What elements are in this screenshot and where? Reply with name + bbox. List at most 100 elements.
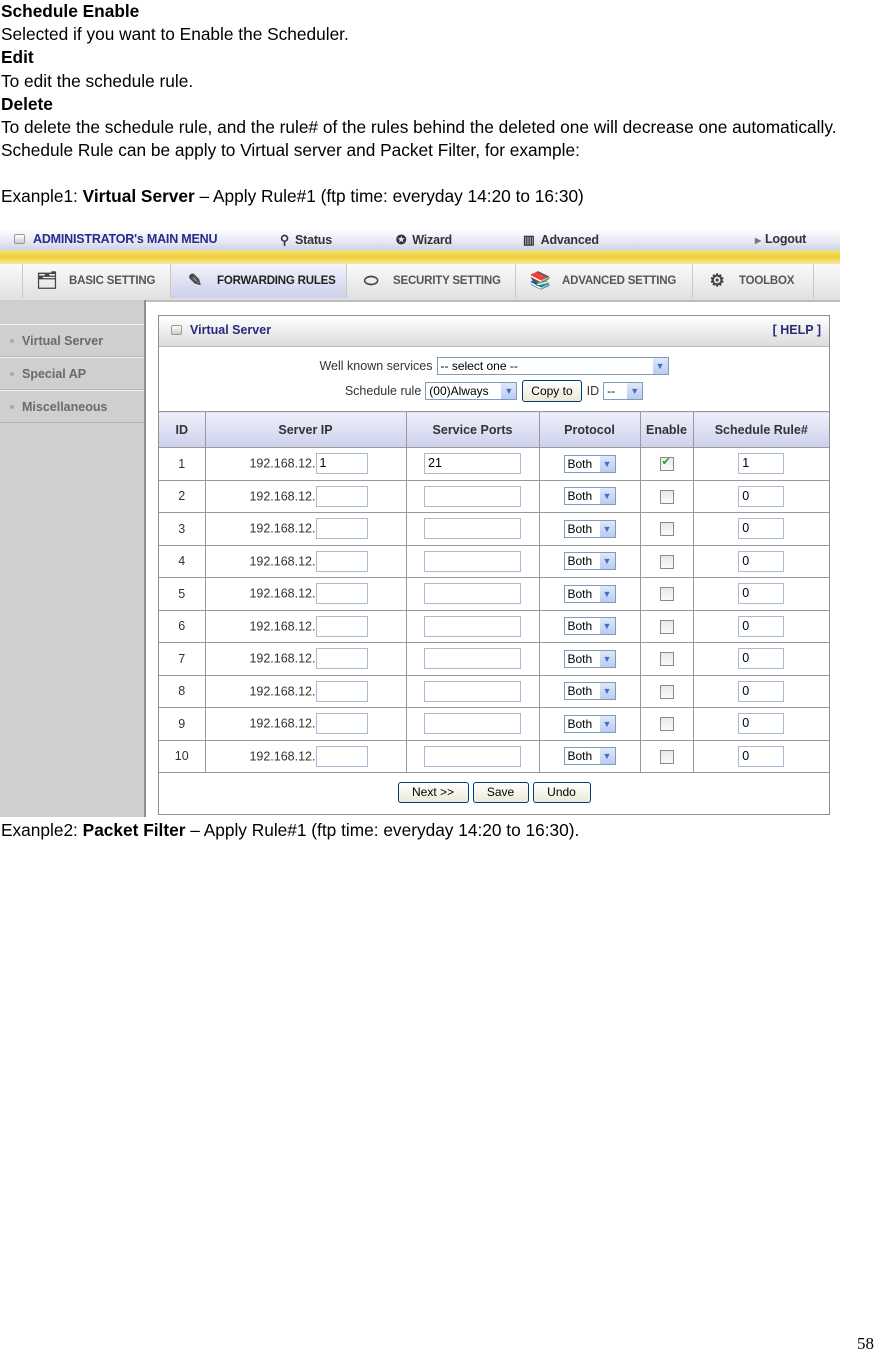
protocol-value: Both [567, 586, 593, 601]
protocol-value: Both [567, 554, 593, 569]
enable-cell [639, 739, 694, 773]
chevron-down-icon: ▼ [599, 488, 615, 505]
service-ports-input[interactable] [424, 615, 521, 637]
server-ip-input[interactable] [315, 713, 368, 735]
schedule-rule-input[interactable]: 1 [738, 453, 785, 475]
sidebar-item-miscellaneous[interactable]: Miscellaneous [0, 390, 144, 423]
table-header-row: ID Server IP Service Ports Protocol Enab… [159, 411, 829, 448]
server-ip-input[interactable] [315, 745, 368, 767]
service-ports-input[interactable] [424, 680, 521, 702]
server-ip-input[interactable] [315, 615, 368, 637]
folder-icon: 🗂 [36, 271, 58, 290]
protocol-select[interactable]: Both ▼ [563, 454, 616, 473]
status-link[interactable]: ⚲ Status [280, 232, 332, 247]
enable-checkbox[interactable] [659, 749, 674, 764]
ip-prefix: 192.168.12. [249, 619, 316, 634]
admin-main-menu[interactable]: ADMINISTRATOR's MAIN MENU [14, 232, 218, 246]
protocol-cell: Both ▼ [538, 739, 641, 773]
enable-checkbox[interactable] [659, 554, 674, 569]
protocol-select[interactable]: Both ▼ [563, 649, 616, 668]
protocol-select[interactable]: Both ▼ [563, 487, 616, 506]
tab-label: FORWARDING RULES [217, 275, 336, 287]
tab-forwarding-rules[interactable]: ✎ FORWARDING RULES [170, 264, 346, 298]
enable-checkbox[interactable] [659, 684, 674, 699]
well-known-select[interactable]: -- select one -- ▼ [436, 357, 669, 375]
service-ports-input[interactable] [424, 518, 521, 540]
service-ports-input[interactable] [424, 485, 521, 507]
protocol-value: Both [567, 749, 593, 764]
example1-prefix: Exanple1: [1, 186, 83, 207]
enable-checkbox[interactable] [659, 652, 674, 667]
example1-caption: Exanple1: Virtual Server – Apply Rule#1 … [1, 185, 871, 208]
tab-toolbox[interactable]: ⚙ TOOLBOX [692, 264, 814, 298]
enable-checkbox[interactable] [659, 587, 674, 602]
protocol-select[interactable]: Both ▼ [563, 552, 616, 571]
enable-checkbox[interactable] [659, 619, 674, 634]
wizard-link[interactable]: ✪ Wizard [396, 232, 452, 247]
service-ports-input[interactable] [424, 550, 521, 572]
schedule-rule-input[interactable]: 0 [738, 550, 785, 572]
service-ports-input[interactable] [424, 713, 521, 735]
service-ports-input[interactable]: 21 [424, 453, 521, 475]
enable-checkbox[interactable] [659, 455, 674, 472]
schedule-rule-input[interactable]: 0 [738, 583, 785, 605]
server-ip-input[interactable] [315, 680, 368, 702]
example2-bold: Packet Filter [82, 820, 186, 840]
schedule-rule-input[interactable]: 0 [738, 713, 785, 735]
id-select[interactable]: -- ▼ [603, 382, 644, 400]
sidebar: Virtual Server Special AP Miscellaneous [0, 300, 146, 817]
enable-cell [639, 707, 694, 741]
save-button[interactable]: Save [472, 781, 529, 803]
server-ip-input[interactable] [315, 550, 368, 572]
service-ports-input[interactable] [424, 583, 521, 605]
row-id: 6 [159, 609, 206, 643]
logout-link[interactable]: ▶ Logout [755, 232, 806, 246]
col-enable: Enable [639, 411, 694, 448]
tab-basic-setting[interactable]: 🗂 BASIC SETTING [22, 264, 170, 298]
protocol-cell: Both ▼ [538, 642, 641, 676]
service-ports-input[interactable] [424, 745, 521, 767]
schedule-rule-input[interactable]: 0 [738, 518, 785, 540]
protocol-select[interactable]: Both ▼ [563, 584, 616, 603]
panel-title: Virtual Server [171, 323, 271, 337]
server-ip-input[interactable] [315, 648, 368, 670]
ip-prefix: 192.168.12. [249, 716, 316, 731]
chevron-down-icon: ▼ [599, 553, 615, 570]
help-link[interactable]: [ HELP ] [773, 323, 821, 337]
protocol-select[interactable]: Both ▼ [563, 714, 616, 733]
schedule-rule-input[interactable]: 0 [738, 485, 785, 507]
server-ip-input[interactable] [315, 583, 368, 605]
service-ports-cell [405, 674, 540, 708]
protocol-select[interactable]: Both ▼ [563, 617, 616, 636]
enable-checkbox[interactable] [659, 522, 674, 537]
row-id: 5 [159, 577, 206, 611]
protocol-select[interactable]: Both ▼ [563, 519, 616, 538]
enable-checkbox[interactable] [659, 717, 674, 732]
chevron-down-icon: ▼ [599, 650, 615, 667]
undo-button[interactable]: Undo [532, 781, 591, 803]
schedule-rule-input[interactable]: 0 [738, 745, 785, 767]
schedule-rule-input[interactable]: 0 [738, 648, 785, 670]
schedule-rule-input[interactable]: 0 [738, 680, 785, 702]
ip-prefix: 192.168.12. [249, 684, 316, 699]
tab-advanced-setting[interactable]: 📚 ADVANCED SETTING [515, 264, 692, 298]
service-ports-cell [405, 512, 540, 546]
copy-to-button[interactable]: Copy to [522, 380, 582, 402]
enable-checkbox[interactable] [659, 489, 674, 504]
schedule-select[interactable]: (00)Always ▼ [425, 382, 518, 400]
protocol-select[interactable]: Both ▼ [563, 747, 616, 766]
sidebar-item-special-ap[interactable]: Special AP [0, 357, 144, 390]
schedule-rule-input[interactable]: 0 [738, 615, 785, 637]
next-button[interactable]: Next >> [397, 781, 469, 803]
protocol-select[interactable]: Both ▼ [563, 682, 616, 701]
row-id: 10 [159, 739, 206, 773]
table-row: 7 192.168.12. Both ▼ 0 [159, 642, 829, 676]
tab-security-setting[interactable]: ⬭ SECURITY SETTING [346, 264, 515, 298]
sidebar-item-virtual-server[interactable]: Virtual Server [0, 324, 144, 357]
server-ip-input[interactable] [315, 518, 368, 540]
advanced-link[interactable]: ▥ Advanced [523, 232, 599, 247]
server-ip-input[interactable]: 1 [315, 453, 368, 475]
service-ports-input[interactable] [424, 648, 521, 670]
server-ip-input[interactable] [315, 485, 368, 507]
bullet-icon [10, 338, 14, 343]
